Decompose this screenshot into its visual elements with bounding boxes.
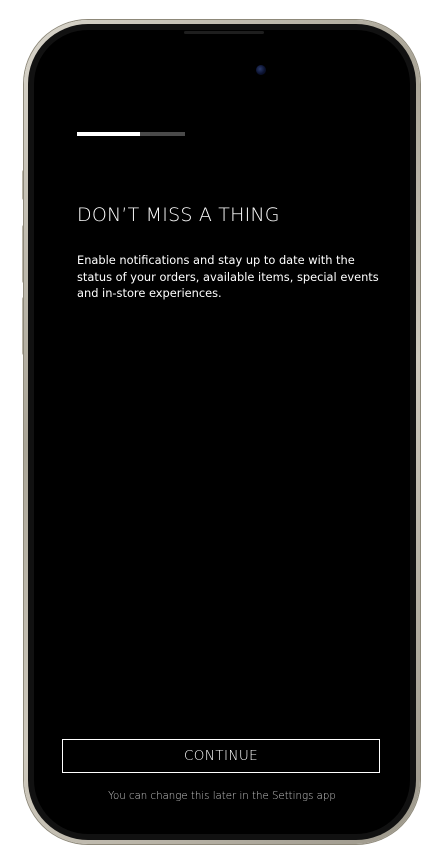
front-camera-icon [256, 65, 266, 75]
onboarding-progress-fill [77, 132, 140, 136]
phone-bezel: DON’T MISS A THING Enable notifications … [28, 24, 416, 840]
continue-button[interactable]: CONTINUE [62, 739, 380, 773]
device-mockup: DON’T MISS A THING Enable notifications … [0, 0, 442, 867]
onboarding-screen: DON’T MISS A THING Enable notifications … [34, 30, 410, 834]
settings-footnote: You can change this later in the Setting… [108, 791, 336, 802]
onboarding-progress-bar [77, 132, 185, 136]
earpiece [184, 31, 264, 34]
page-title: DON’T MISS A THING [77, 204, 280, 226]
phone-frame: DON’T MISS A THING Enable notifications … [24, 20, 420, 844]
notification-description: Enable notifications and stay up to date… [77, 253, 379, 300]
